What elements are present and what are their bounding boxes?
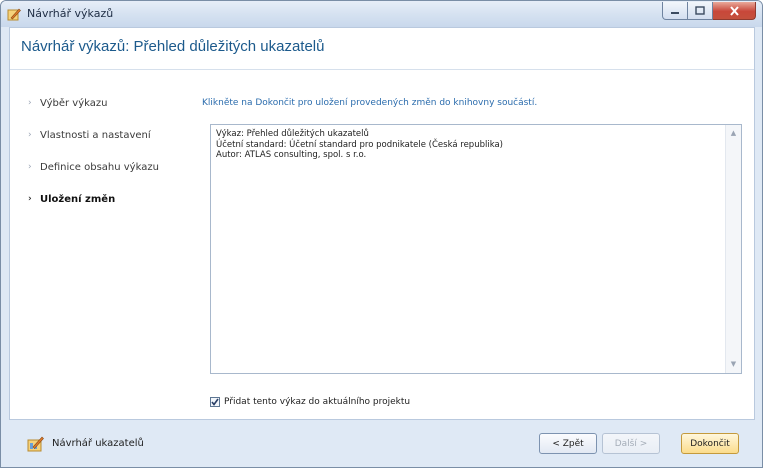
add-to-project-label: Přidat tento výkaz do aktuálního projekt… xyxy=(224,397,411,407)
summary-line-standard: Účetní standard: Účetní standard pro pod… xyxy=(216,139,503,150)
nav-step-vyber-vykazu[interactable]: › Výběr výkazu xyxy=(28,98,159,130)
nav-step-label: Vlastnosti a nastavení xyxy=(40,130,151,141)
checkmark-icon xyxy=(211,398,219,406)
footer-designer-label: Návrhář ukazatelů xyxy=(52,438,144,449)
wizard-window: Návrhář výkazů Návrhář výkazů: Přehled d… xyxy=(0,0,763,468)
nav-step-vlastnosti[interactable]: › Vlastnosti a nastavení xyxy=(28,130,159,162)
nav-step-definice[interactable]: › Definice obsahu výkazu xyxy=(28,162,159,194)
wizard-pencil-icon xyxy=(7,8,21,21)
designer-icon xyxy=(27,436,44,452)
summary-line-report: Výkaz: Přehled důležitých ukazatelů xyxy=(216,129,369,139)
window-controls xyxy=(662,2,756,20)
chevron-up-icon[interactable]: ▲ xyxy=(729,129,738,138)
nav-step-ulozeni-active[interactable]: › Uložení změn xyxy=(28,194,159,226)
minimize-icon xyxy=(671,11,679,14)
finish-button[interactable]: Dokončit xyxy=(681,433,739,454)
wizard-steps-nav: › Výběr výkazu › Vlastnosti a nastavení … xyxy=(28,98,159,226)
chevron-right-icon: › xyxy=(28,194,32,204)
maximize-icon xyxy=(695,6,705,15)
maximize-button[interactable] xyxy=(688,2,713,20)
title-bar[interactable]: Návrhář výkazů xyxy=(1,1,762,27)
chevron-right-icon: › xyxy=(28,98,32,108)
instruction-text: Klikněte na Dokončit pro uložení provede… xyxy=(202,98,538,108)
nav-step-label: Definice obsahu výkazu xyxy=(40,162,159,173)
minimize-button[interactable] xyxy=(662,2,688,20)
window-title: Návrhář výkazů xyxy=(27,7,114,20)
back-button[interactable]: < Zpět xyxy=(539,433,597,454)
summary-scrollbar[interactable]: ▲ ▼ xyxy=(725,125,741,373)
summary-content: Výkaz: Přehled důležitých ukazatelů Účet… xyxy=(216,129,503,161)
close-button[interactable] xyxy=(713,2,756,20)
summary-textbox[interactable]: Výkaz: Přehled důležitých ukazatelů Účet… xyxy=(210,124,742,374)
chevron-down-icon[interactable]: ▼ xyxy=(729,360,738,369)
wizard-footer: Návrhář ukazatelů < Zpět Další > Dokonči… xyxy=(1,421,762,467)
summary-line-author: Autor: ATLAS consulting, spol. s r.o. xyxy=(216,150,367,160)
next-button[interactable]: Další > xyxy=(602,433,660,454)
add-to-project-checkbox[interactable] xyxy=(210,397,220,407)
wizard-header: Návrhář výkazů: Přehled důležitých ukaza… xyxy=(10,28,754,70)
wizard-panel: Návrhář výkazů: Přehled důležitých ukaza… xyxy=(9,27,755,420)
chevron-right-icon: › xyxy=(28,162,32,172)
add-to-project-option[interactable]: Přidat tento výkaz do aktuálního projekt… xyxy=(210,397,410,407)
nav-step-label: Výběr výkazu xyxy=(40,98,108,109)
page-title: Návrhář výkazů: Přehled důležitých ukaza… xyxy=(21,38,325,55)
nav-step-label: Uložení změn xyxy=(40,194,116,205)
chevron-right-icon: › xyxy=(28,130,32,140)
close-icon xyxy=(729,5,739,16)
